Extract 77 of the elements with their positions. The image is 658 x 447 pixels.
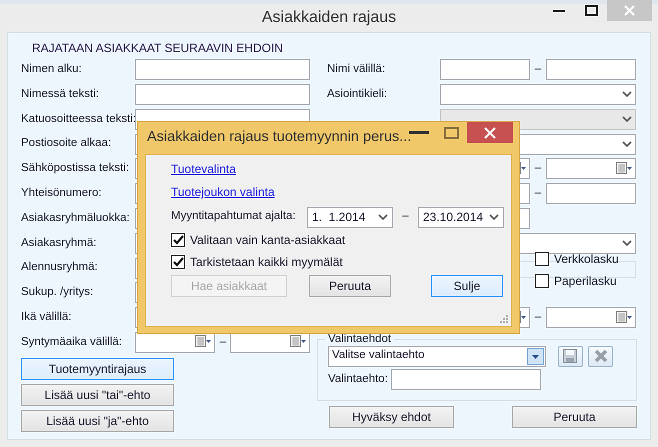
dash-separator: – [534, 161, 542, 176]
chevron-icon [622, 240, 632, 246]
date-dropdown[interactable]: 23.10.2014 [418, 206, 504, 228]
field-label: Sukup. /yritys: [21, 285, 94, 300]
dash-separator: – [534, 186, 542, 201]
field-label: Asiakasryhmäluokka: [21, 210, 131, 226]
dash-separator: – [218, 334, 228, 350]
field-label: Asiointikieli: [327, 86, 388, 102]
field-label: Myyntitapahtumat ajalta: [171, 209, 297, 224]
link[interactable]: Tuotevalinta [171, 160, 236, 178]
dash-separator: – [534, 62, 542, 78]
field-label: Nimessä teksti: [21, 86, 100, 102]
calendar-icon [290, 335, 306, 350]
chevron-icon [622, 116, 632, 122]
delete-icon [594, 349, 608, 364]
field-label: Nimi välillä: [327, 62, 386, 78]
group-title: Valintaehdot [327, 334, 392, 346]
date-picker[interactable] [546, 307, 636, 328]
input-field[interactable] [546, 183, 636, 204]
input-field[interactable] [440, 59, 530, 80]
date-picker[interactable] [546, 158, 636, 180]
chevron-icon [622, 141, 632, 148]
action-button[interactable]: Lisää uusi "ja"-ehto [21, 410, 174, 432]
delete-button[interactable] [588, 346, 614, 367]
field-label: Yhteisönumero: [21, 186, 103, 201]
window-title: Asiakkaiden rajaus [262, 8, 396, 28]
link[interactable]: Tuotejoukon valinta [171, 183, 275, 201]
checkbox-label: Verkkolasku [554, 250, 619, 268]
close-icon [624, 5, 635, 16]
action-button[interactable]: Peruuta [512, 406, 637, 428]
checkbox-label: Paperilasku [554, 272, 617, 290]
field-label: Alennusryhmä: [21, 260, 99, 276]
field-label: Postiosoite alkaa: [21, 136, 112, 152]
chevron-icon [622, 91, 632, 98]
input-field[interactable] [135, 59, 310, 80]
action-button[interactable]: Lisää uusi "tai"-ehto [21, 384, 174, 406]
dropdown[interactable] [440, 84, 636, 105]
checkbox-label: Valitaan vain kanta-asiakkaat [190, 232, 346, 248]
dash-separator: – [401, 209, 410, 224]
close-button[interactable] [467, 122, 513, 143]
calendar-icon [616, 162, 632, 176]
checkbox[interactable] [535, 274, 549, 288]
field-label: Syntymäaika välillä: [21, 334, 123, 350]
resize-grip-icon [500, 315, 509, 324]
input-field[interactable] [135, 84, 310, 105]
action-button[interactable]: Tuotemyyntirajaus [21, 358, 174, 380]
dialog-title: Asiakkaiden rajaus tuotemyynnin perus... [147, 128, 412, 148]
checkbox[interactable] [171, 232, 185, 246]
dialog-button[interactable]: Sulje [431, 275, 503, 297]
dialog-button[interactable]: Peruuta [309, 275, 391, 297]
field-label: Katuosoitteessa teksti: [21, 112, 135, 127]
form-heading: RAJATAAN ASIAKKAAT SEURAAVIN EHDOIN [31, 40, 283, 54]
field-label: Ikä välillä: [21, 310, 72, 325]
input-field[interactable] [546, 59, 636, 80]
calendar-icon [195, 335, 211, 350]
floppy-icon [563, 349, 577, 364]
calendar-icon [616, 310, 632, 325]
chevron-icon [489, 214, 499, 220]
save-button[interactable] [558, 346, 582, 367]
minimize-icon [409, 131, 429, 134]
field-label: Sähköpostissa teksti: [21, 161, 130, 176]
date-dropdown[interactable]: 1. 1.2014 [307, 206, 393, 228]
maximize-icon [584, 5, 598, 16]
field-label: Asiakasryhmä: [21, 236, 98, 251]
input-field[interactable] [390, 369, 541, 390]
criteria-dropdown[interactable]: Valitse valintaehto [328, 346, 546, 367]
field-label: Valintaehto: [328, 372, 388, 388]
dash-separator: – [534, 310, 542, 325]
close-icon [484, 126, 496, 138]
maximize-icon [444, 126, 458, 138]
checkbox[interactable] [171, 254, 185, 268]
action-button[interactable]: Hyväksy ehdot [329, 406, 454, 428]
checkbox[interactable] [535, 252, 549, 266]
checkbox-label: Tarkistetaan kaikki myymälät [190, 254, 343, 270]
chevron-icon [378, 214, 388, 220]
minimize-icon [553, 9, 565, 12]
field-label: Nimen alku: [21, 62, 83, 78]
